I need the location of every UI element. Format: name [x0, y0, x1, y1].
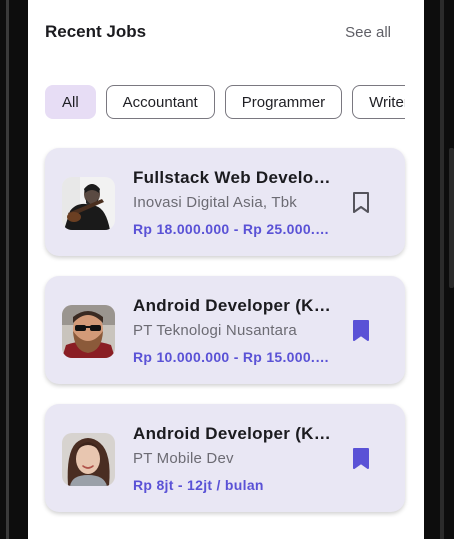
salary-range: Rp 18.000.000 - Rp 25.000.000: [133, 221, 333, 237]
section-title: Recent Jobs: [45, 22, 147, 41]
company-avatar: [62, 177, 115, 230]
device-frame-left: [0, 0, 28, 539]
device-side-button: [449, 148, 454, 288]
job-card[interactable]: Android Developer (Kotlin) PT Teknologi …: [45, 276, 405, 384]
see-all-link[interactable]: See all: [345, 24, 391, 41]
chip-programmer[interactable]: Programmer: [224, 85, 343, 119]
job-title: Android Developer (Kotlin): [133, 424, 333, 443]
job-title: Android Developer (Kotlin): [133, 296, 333, 315]
company-avatar: [62, 433, 115, 486]
smiling-woman-photo-icon: [62, 433, 115, 486]
bookmark-outline-icon[interactable]: [351, 191, 371, 215]
device-frame-right: [424, 0, 454, 539]
salary-range: Rp 10.000.000 - Rp 15.000.000: [133, 349, 333, 365]
job-info: Fullstack Web Developer Inovasi Digital …: [133, 168, 333, 237]
filter-chips: All Accountant Programmer Writer: [45, 85, 405, 121]
company-name: Inovasi Digital Asia, Tbk: [133, 194, 297, 211]
job-card[interactable]: Fullstack Web Developer Inovasi Digital …: [45, 148, 405, 256]
company-avatar: [62, 305, 115, 358]
man-with-violin-photo-icon: [62, 177, 115, 230]
chip-writer[interactable]: Writer: [352, 85, 405, 119]
company-name: PT Teknologi Nusantara: [133, 322, 297, 339]
bookmark-filled-icon[interactable]: [351, 447, 371, 471]
bookmark-filled-icon[interactable]: [351, 319, 371, 343]
job-info: Android Developer (Kotlin) PT Mobile Dev…: [133, 424, 333, 493]
bearded-man-sunglasses-photo-icon: [62, 305, 115, 358]
app-screen: Recent Jobs See all All Accountant Progr…: [28, 0, 424, 539]
job-card[interactable]: Android Developer (Kotlin) PT Mobile Dev…: [45, 404, 405, 512]
chip-accountant[interactable]: Accountant: [105, 85, 215, 119]
chip-all[interactable]: All: [45, 85, 96, 119]
company-name: PT Mobile Dev: [133, 450, 234, 467]
recent-jobs-header: Recent Jobs See all: [45, 22, 391, 42]
job-title: Fullstack Web Developer: [133, 168, 333, 187]
salary-range: Rp 8jt - 12jt / bulan: [133, 477, 264, 493]
job-info: Android Developer (Kotlin) PT Teknologi …: [133, 296, 333, 365]
